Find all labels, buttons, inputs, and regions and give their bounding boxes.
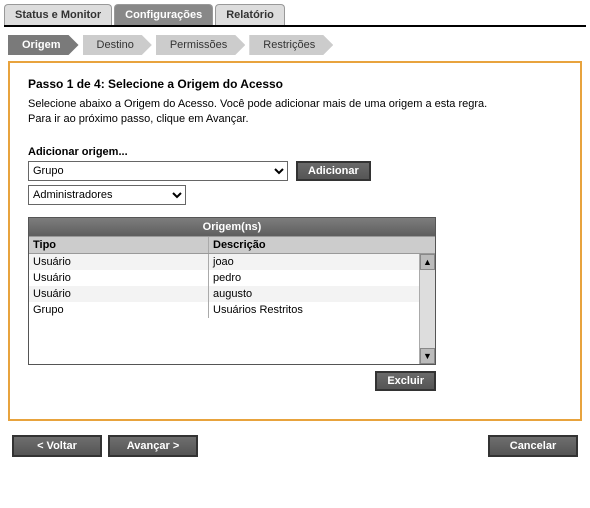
scroll-up-icon[interactable]: ▲ [420,254,435,270]
cell-tipo: Usuário [29,254,209,270]
origins-table-title: Origem(ns) [29,218,435,236]
step-restricoes[interactable]: Restrições [249,35,333,55]
back-button[interactable]: < Voltar [12,435,102,457]
col-header-descricao: Descrição [209,237,435,253]
origin-type-select[interactable]: Grupo [28,161,288,181]
wizard-steps: Origem Destino Permissões Restrições [8,35,586,55]
app-frame: Status e Monitor Configurações Relatório… [0,0,590,467]
col-header-tipo: Tipo [29,237,209,253]
wizard-panel: Passo 1 de 4: Selecione a Origem do Aces… [8,61,582,421]
add-button[interactable]: Adicionar [296,161,371,181]
table-row[interactable]: Grupo Usuários Restritos [29,302,435,318]
step-permissoes[interactable]: Permissões [156,35,245,55]
cell-tipo: Grupo [29,302,209,318]
cell-tipo: Usuário [29,286,209,302]
tab-configurations[interactable]: Configurações [114,4,213,25]
table-row[interactable]: Usuário pedro [29,270,435,286]
scroll-down-icon[interactable]: ▼ [420,348,435,364]
panel-desc-line1: Selecione abaixo a Origem do Acesso. Voc… [28,98,487,110]
add-origin-label: Adicionar origem... [28,146,562,158]
next-button[interactable]: Avançar > [108,435,198,457]
wizard-nav-bar: < Voltar Avançar > Cancelar [4,425,586,463]
origins-table-header: Tipo Descrição [29,236,435,254]
top-tabs: Status e Monitor Configurações Relatório [4,4,586,27]
table-row[interactable]: Usuário augusto [29,286,435,302]
panel-description: Selecione abaixo a Origem do Acesso. Voc… [28,97,562,128]
tab-status-monitor[interactable]: Status e Monitor [4,4,112,25]
step-destino[interactable]: Destino [83,35,152,55]
cell-desc: Usuários Restritos [209,302,435,318]
tab-report[interactable]: Relatório [215,4,285,25]
origins-table-body: Usuário joao Usuário pedro Usuário augus… [29,254,435,364]
table-row[interactable]: Usuário joao [29,254,435,270]
origin-subselect[interactable]: Administradores [28,185,186,205]
cell-tipo: Usuário [29,270,209,286]
delete-button[interactable]: Excluir [375,371,436,391]
cell-desc: joao [209,254,435,270]
table-scrollbar[interactable]: ▲ ▼ [419,254,435,364]
panel-desc-line2: Para ir ao próximo passo, clique em Avan… [28,113,249,125]
cancel-button[interactable]: Cancelar [488,435,578,457]
step-origem[interactable]: Origem [8,35,79,55]
panel-title: Passo 1 de 4: Selecione a Origem do Aces… [28,77,562,91]
cell-desc: pedro [209,270,435,286]
origins-table: Origem(ns) Tipo Descrição Usuário joao U… [28,217,436,365]
cell-desc: augusto [209,286,435,302]
